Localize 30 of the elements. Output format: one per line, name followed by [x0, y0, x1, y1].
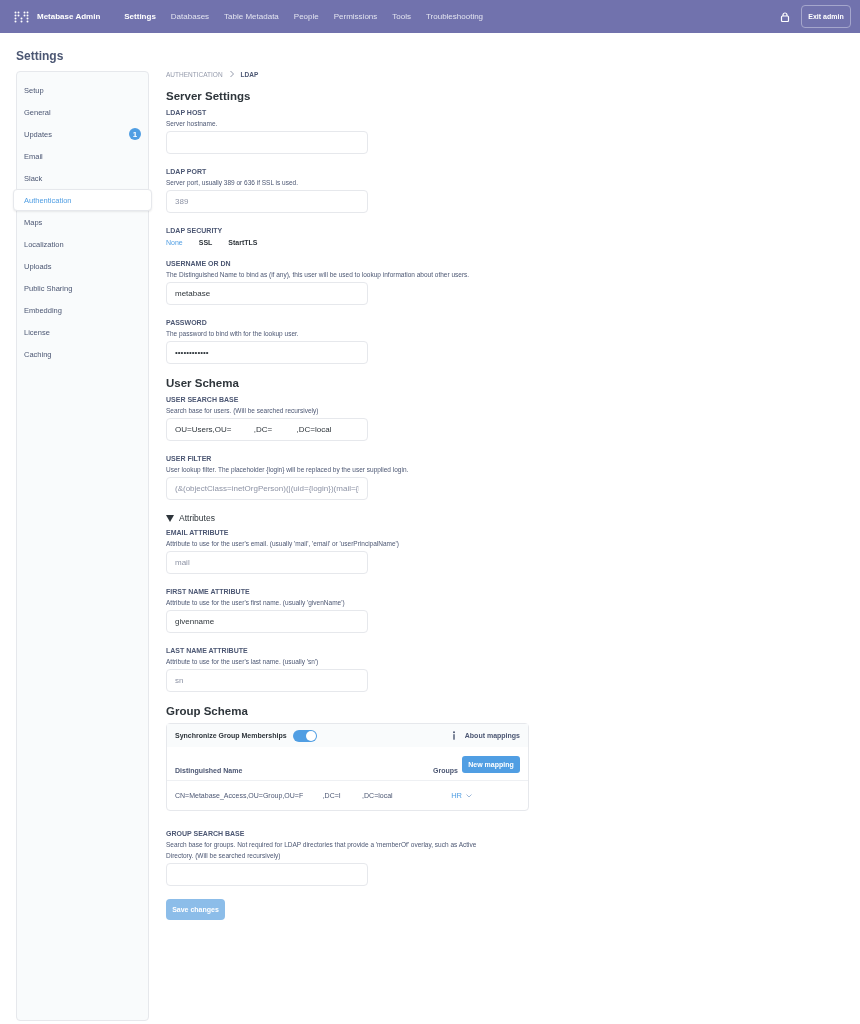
section-heading: Server Settings — [166, 90, 252, 102]
input-field[interactable] — [166, 863, 368, 886]
section-heading: Group Schema — [166, 705, 249, 717]
section-heading: User Schema — [166, 377, 240, 389]
chevron-right-icon — [228, 70, 235, 78]
info-icon — [451, 731, 456, 740]
toggle-switch[interactable] — [292, 729, 317, 742]
nav-item[interactable]: Permissions — [333, 12, 378, 21]
nav-item[interactable]: Databases — [170, 12, 210, 21]
input-field[interactable]: givenname — [166, 610, 368, 633]
count-badge: 1 — [129, 128, 141, 140]
input-field[interactable]: mail — [166, 551, 368, 574]
nav-item[interactable]: Settings — [124, 12, 156, 21]
nav-item[interactable]: Tools — [392, 12, 411, 21]
nav-item[interactable]: Troubleshooting — [426, 12, 484, 21]
input-field[interactable]: sn — [166, 669, 368, 692]
chevron-down-icon — [466, 793, 472, 798]
nav-item[interactable]: People — [293, 12, 319, 21]
input-field[interactable]: 389 — [166, 190, 368, 213]
lock-icon — [780, 11, 790, 22]
logo-icon — [14, 10, 29, 23]
input-field[interactable]: (&(objectClass=inetOrgPerson)(|(uid={login})(mail={l — [166, 477, 368, 500]
input-field[interactable] — [166, 131, 368, 154]
nav-item[interactable]: Table Metadata — [224, 12, 279, 21]
input-field[interactable]: metabase — [166, 282, 368, 305]
brand-name: Metabase Admin — [37, 12, 101, 21]
input-field[interactable]: •••••••••••• — [166, 341, 368, 364]
attributes-toggle[interactable]: Attributes — [179, 513, 215, 523]
input-field[interactable]: OU=Users,OU= ,DC= ,DC=local — [166, 418, 368, 441]
page-title: Settings — [16, 49, 65, 63]
